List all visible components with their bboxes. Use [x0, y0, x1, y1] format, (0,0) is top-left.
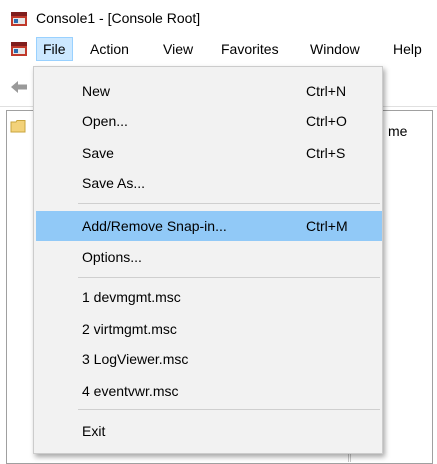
menu-window[interactable]: Window [303, 38, 367, 60]
menu-entry-label: Add/Remove Snap-in... [82, 218, 227, 234]
menu-separator [78, 409, 380, 410]
menu-entry-recent-1[interactable]: 1 devmgmt.msc [36, 283, 382, 311]
menu-separator [78, 203, 380, 204]
menu-entry-shortcut: Ctrl+S [306, 145, 346, 161]
menu-entry-label: 3 LogViewer.msc [82, 351, 189, 367]
menu-entry-open[interactable]: Open... Ctrl+O [36, 107, 382, 135]
folder-icon [10, 120, 26, 133]
window-title: Console1 - [Console Root] [36, 10, 201, 26]
system-menu-icon[interactable] [10, 41, 28, 57]
menu-entry-save-as[interactable]: Save As... [36, 169, 382, 197]
menu-entry-shortcut: Ctrl+O [306, 113, 347, 129]
mmc-console-icon [11, 12, 27, 26]
menu-entry-recent-4[interactable]: 4 eventvwr.msc [36, 377, 382, 405]
menu-favorites[interactable]: Favorites [214, 38, 286, 60]
menu-entry-recent-3[interactable]: 3 LogViewer.msc [36, 345, 382, 373]
menu-entry-label: Exit [82, 423, 106, 439]
back-arrow-icon[interactable] [10, 80, 28, 94]
menu-view[interactable]: View [156, 38, 200, 60]
title-bar: Console1 - [Console Root] [0, 0, 437, 30]
menu-entry-label: Open... [82, 113, 128, 129]
menu-entry-new[interactable]: New Ctrl+N [36, 77, 382, 105]
menu-entry-exit[interactable]: Exit [36, 417, 382, 445]
menu-entry-label: Options... [82, 249, 142, 265]
menu-entry-label: 1 devmgmt.msc [82, 289, 181, 305]
menu-entry-shortcut: Ctrl+M [306, 218, 348, 234]
menu-entry-label: 2 virtmgmt.msc [82, 321, 177, 337]
menu-file[interactable]: File [36, 37, 73, 61]
menu-bar: File Action View Favorites Window Help [0, 30, 437, 66]
menu-entry-label: Save As... [82, 175, 146, 191]
menu-entry-shortcut: Ctrl+N [306, 83, 347, 99]
menu-entry-add-remove-snap-in[interactable]: Add/Remove Snap-in... Ctrl+M [36, 211, 382, 241]
menu-entry-label: Save [82, 145, 114, 161]
file-menu-dropdown: New Ctrl+N Open... Ctrl+O Save Ctrl+S Sa… [33, 66, 383, 454]
menu-separator [78, 277, 380, 278]
menu-help[interactable]: Help [386, 38, 429, 60]
menu-entry-save[interactable]: Save Ctrl+S [36, 139, 382, 167]
column-header-name[interactable]: me [388, 123, 407, 139]
menu-entry-label: New [82, 83, 111, 99]
menu-action[interactable]: Action [83, 38, 136, 60]
menu-entry-recent-2[interactable]: 2 virtmgmt.msc [36, 315, 382, 343]
menu-entry-label: 4 eventvwr.msc [82, 383, 179, 399]
menu-entry-options[interactable]: Options... [36, 243, 382, 271]
